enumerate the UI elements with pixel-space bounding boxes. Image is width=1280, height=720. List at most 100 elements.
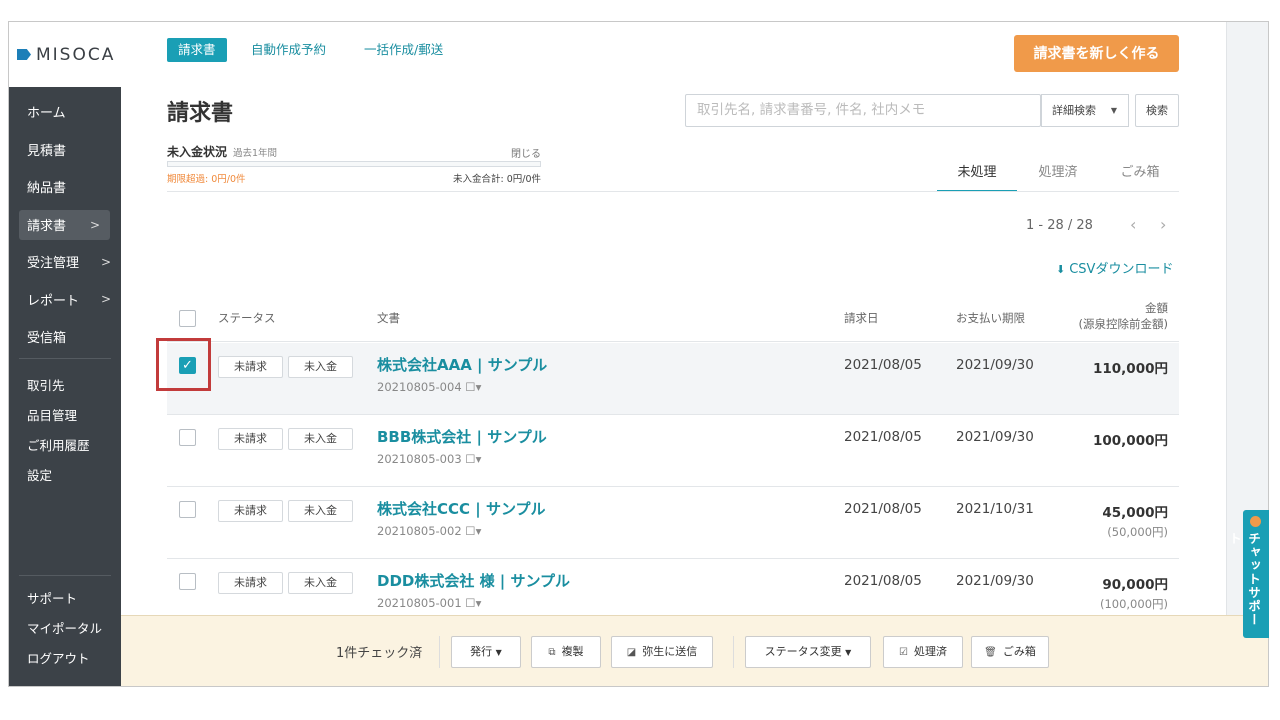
row-checkbox[interactable] [179, 573, 196, 590]
chevron-right-icon: > [100, 292, 111, 307]
invoice-date: 2021/08/05 [844, 573, 922, 589]
document-title-link[interactable]: DDD株式会社 様 | サンプル [377, 570, 570, 591]
sidebar-item-settings[interactable]: 設定 [9, 461, 121, 491]
due-date: 2021/09/30 [956, 429, 1034, 445]
tab-trash[interactable]: ごみ箱 [1101, 162, 1179, 192]
table-row[interactable]: ✓ 未請求 未入金 株式会社AAA | サンプル 20210805-004 ☐▾… [167, 343, 1179, 415]
sidebar-item-label: 受信箱 [27, 331, 67, 347]
document-title-link[interactable]: 株式会社AAA | サンプル [377, 354, 547, 375]
sidebar-item-label: 受注管理 [27, 256, 80, 272]
header-amount-label: 金額 [1145, 301, 1168, 315]
sidebar-item-inbox[interactable]: 受信箱 [9, 318, 121, 356]
document-number[interactable]: 20210805-003 ☐▾ [377, 452, 481, 466]
status-badge: 未請求 [218, 572, 283, 594]
table-row[interactable]: 未請求 未入金 BBB株式会社 | サンプル 20210805-003 ☐▾ 2… [167, 415, 1179, 487]
unpaid-title: 未入金状況 過去1年間 [167, 143, 541, 160]
memo-icon: ☐▾ [465, 452, 482, 466]
sidebar-item-clients[interactable]: 取引先 [9, 371, 121, 401]
status-badge: 未請求 [218, 428, 283, 450]
row-checkbox[interactable] [179, 429, 196, 446]
chevron-right-icon[interactable]: › [1160, 215, 1166, 234]
selection-highlight [156, 338, 211, 391]
main-content: 請求書 自動作成予約 一括作成/郵送 請求書を新しく作る 請求書 取引先名, 請… [121, 22, 1226, 686]
sidebar-item-my-portal[interactable]: マイポータル [9, 614, 121, 644]
issue-dropdown-button[interactable]: 発行 ▼ [451, 636, 521, 668]
amount: 45,000円 [1102, 505, 1168, 521]
tab-bulk-create-mail[interactable]: 一括作成/郵送 [364, 38, 443, 62]
table-header: ステータス 文書 請求日 お支払い期限 金額 (源泉控除前金額) [167, 298, 1179, 342]
advanced-search-label: 詳細検索 [1052, 104, 1096, 117]
duplicate-label: 複製 [561, 645, 584, 658]
sidebar-item-invoices[interactable]: 請求書 > [19, 209, 110, 240]
chevron-right-icon: > [89, 217, 100, 232]
send-to-yayoi-button[interactable]: ◪ 弥生に送信 [611, 636, 713, 668]
check-square-icon: ☑ [899, 647, 908, 658]
chat-support-tab[interactable]: チャットサポート [1227, 510, 1269, 638]
header-status: ステータス [218, 311, 276, 325]
filter-tabs: 未処理 処理済 ごみ箱 [937, 162, 1179, 192]
search-button[interactable]: 検索 [1135, 94, 1179, 127]
document-number[interactable]: 20210805-002 ☐▾ [377, 524, 481, 538]
sidebar-item-support[interactable]: サポート [9, 584, 121, 614]
sidebar-item-usage-history[interactable]: ご利用履歴 [9, 431, 121, 461]
issue-label: 発行 [470, 645, 493, 658]
header-due-date: お支払い期限 [956, 311, 1025, 325]
csv-download-link[interactable]: ⬇ CSVダウンロード [1056, 258, 1173, 277]
sidebar-item-home[interactable]: ホーム [9, 93, 121, 131]
invoice-date: 2021/08/05 [844, 501, 922, 517]
memo-icon: ☐▾ [465, 524, 482, 538]
due-date: 2021/10/31 [956, 501, 1034, 517]
divider [733, 636, 734, 668]
header-amount: 金額 (源泉控除前金額) [1079, 300, 1168, 332]
sidebar-item-quotes[interactable]: 見積書 [9, 131, 121, 169]
tab-unprocessed[interactable]: 未処理 [937, 162, 1017, 192]
document-number-text: 20210805-002 [377, 524, 462, 538]
status-change-dropdown-button[interactable]: ステータス変更 ▼ [745, 636, 871, 668]
mark-processed-button[interactable]: ☑ 処理済 [883, 636, 963, 668]
new-invoice-button[interactable]: 請求書を新しく作る [1014, 35, 1179, 72]
caret-down-icon: ▼ [495, 648, 502, 657]
document-title-link[interactable]: BBB株式会社 | サンプル [377, 426, 547, 447]
advanced-search-dropdown[interactable]: 詳細検索 ▼ [1041, 94, 1129, 127]
tab-auto-schedule[interactable]: 自動作成予約 [251, 38, 326, 62]
sidebar-nav: ホーム 見積書 納品書 請求書 > 受注管理 > レポート > 受信箱 取引先 品目管… [9, 87, 121, 491]
sidebar-item-orders[interactable]: 受注管理 > [9, 243, 121, 281]
sidebar-item-logout[interactable]: ログアウト [9, 644, 121, 674]
tab-processed[interactable]: 処理済 [1019, 162, 1097, 192]
unpaid-period: 過去1年間 [233, 148, 278, 159]
pagination-range: 1 - 28 / 28 [1026, 218, 1093, 233]
select-all-checkbox[interactable] [179, 310, 196, 327]
document-number[interactable]: 20210805-004 ☐▾ [377, 380, 481, 394]
row-checkbox[interactable] [179, 501, 196, 518]
page-title: 請求書 [167, 101, 234, 126]
due-date: 2021/09/30 [956, 573, 1034, 589]
sidebar-item-label: 納品書 [27, 181, 67, 197]
tab-invoices[interactable]: 請求書 [167, 38, 227, 62]
invoice-date: 2021/08/05 [844, 357, 922, 373]
table-row[interactable]: 未請求 未入金 株式会社CCC | サンプル 20210805-002 ☐▾ 2… [167, 487, 1179, 559]
document-number[interactable]: 20210805-001 ☐▾ [377, 596, 481, 610]
copy-icon: ⧉ [548, 647, 556, 658]
unpaid-close-link[interactable]: 閉じる [511, 145, 541, 160]
divider [19, 357, 111, 359]
sidebar-item-delivery[interactable]: 納品書 [9, 168, 121, 206]
duplicate-button[interactable]: ⧉ 複製 [531, 636, 601, 668]
logo[interactable]: MISOCA [9, 22, 121, 87]
search-input[interactable]: 取引先名, 請求書番号, 件名, 社内メモ [685, 94, 1041, 127]
sidebar-item-reports[interactable]: レポート > [9, 281, 121, 319]
brand-name: MISOCA [36, 44, 116, 65]
chevron-left-icon[interactable]: ‹ [1130, 215, 1136, 234]
online-indicator-icon [1250, 516, 1261, 527]
amount: 90,000円 [1102, 577, 1168, 593]
download-icon: ⬇ [1056, 263, 1066, 276]
divider [167, 191, 1179, 192]
document-title-link[interactable]: 株式会社CCC | サンプル [377, 498, 546, 519]
unpaid-summary: 未入金状況 過去1年間 閉じる 期限超過: 0円/0件 未入金合計: 0円/0件 [167, 143, 541, 185]
document-number-text: 20210805-001 [377, 596, 462, 610]
sidebar-item-products[interactable]: 品目管理 [9, 401, 121, 431]
trash-button[interactable]: 🗑 ごみ箱 [971, 636, 1049, 668]
bulk-action-bar: 1件チェック済 発行 ▼ ⧉ 複製 ◪ 弥生に送信 ステータス変更 ▼ ☑ 処理済 🗑… [121, 615, 1268, 686]
amount: 100,000円 [1093, 433, 1168, 449]
amount: 110,000円 [1093, 361, 1168, 377]
send-icon: ◪ [626, 647, 637, 658]
